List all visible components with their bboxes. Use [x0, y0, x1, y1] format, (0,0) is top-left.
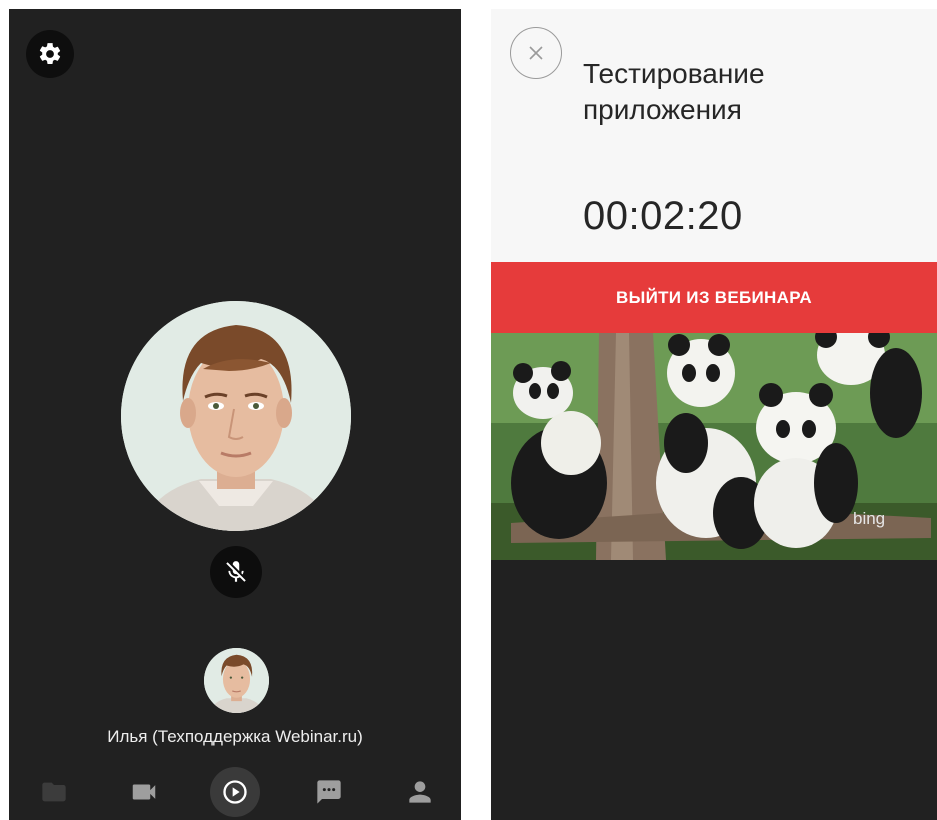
speaker-photo	[121, 301, 351, 531]
participant-photo	[204, 648, 269, 713]
leave-webinar-button[interactable]: ВЫЙТИ ИЗ ВЕБИНАРА	[491, 262, 937, 333]
tab-participants[interactable]	[395, 767, 445, 817]
video-panel: Илья (Техподдержка Webinar.ru)	[9, 9, 461, 820]
tab-broadcast[interactable]	[210, 767, 260, 817]
mic-toggle-button[interactable]	[210, 546, 262, 598]
play-circle-icon	[223, 780, 247, 804]
webinar-timer: 00:02:20	[583, 194, 743, 238]
webinar-title: Тестирование приложения	[583, 58, 765, 125]
panda-image: bing	[491, 333, 937, 560]
close-icon	[529, 46, 543, 60]
speaker-avatar	[121, 301, 351, 531]
bing-watermark: bing	[853, 509, 885, 528]
close-button[interactable]	[510, 27, 562, 79]
tab-files[interactable]	[29, 767, 79, 817]
webinar-panel: Тестирование приложения 00:02:20 ВЫЙТИ И…	[491, 9, 937, 820]
folder-icon	[42, 782, 66, 802]
tab-video[interactable]	[119, 767, 169, 817]
participant-avatar[interactable]	[204, 648, 269, 713]
mic-off-icon	[226, 561, 246, 582]
bottom-tab-bar	[9, 767, 461, 820]
participant-name: Илья (Техподдержка Webinar.ru)	[107, 727, 363, 746]
settings-button[interactable]	[26, 30, 74, 78]
video-camera-icon	[132, 784, 156, 800]
chat-icon	[317, 780, 341, 804]
webinar-header: Тестирование приложения 00:02:20	[491, 9, 937, 262]
presentation-slide: bing	[491, 333, 937, 560]
tab-chat[interactable]	[304, 767, 354, 817]
person-icon	[409, 781, 431, 803]
gear-icon	[39, 43, 61, 64]
